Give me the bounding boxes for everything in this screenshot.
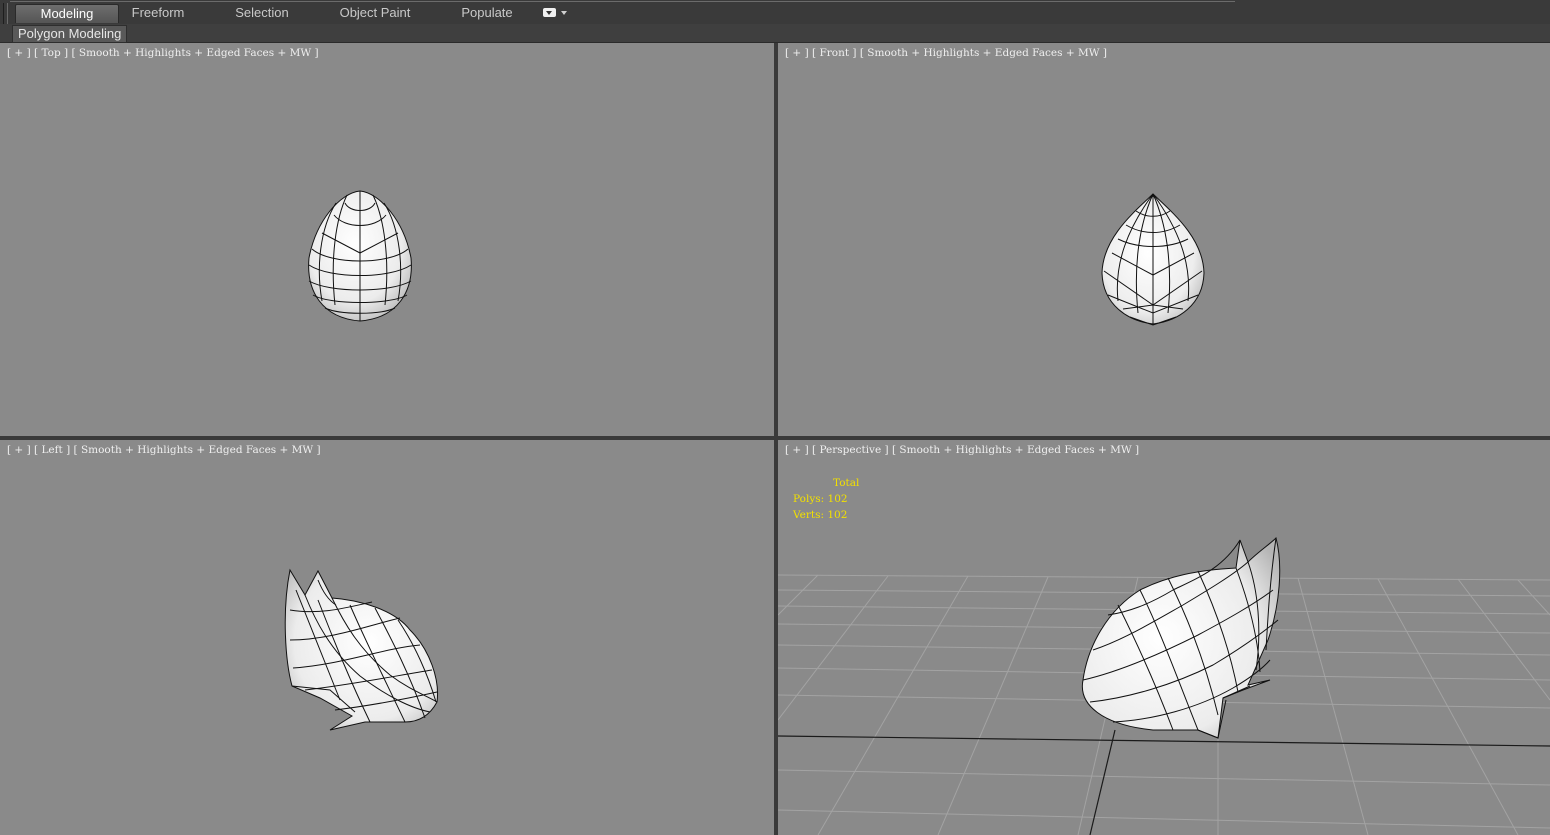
chevron-down-icon — [561, 11, 567, 15]
ribbon-tab-bar: Modeling Freeform Selection Object Paint… — [0, 0, 1550, 39]
polygon-modeling-button[interactable]: Polygon Modeling — [12, 25, 128, 43]
viewport-left-canvas — [0, 440, 439, 731]
mesh-top-view[interactable] — [308, 190, 412, 322]
viewport-front-canvas — [1101, 193, 1205, 326]
viewport-top[interactable]: [ + ] [ Top ] [ Smooth + Highlights + Ed… — [0, 43, 774, 436]
viewport-perspective[interactable]: [ + ] [ Perspective ] [ Smooth + Highlig… — [778, 440, 1550, 835]
ribbon-minimize-icon — [543, 8, 556, 17]
mesh-perspective-view[interactable] — [1081, 537, 1281, 739]
viewport-perspective-canvas — [778, 537, 1550, 835]
viewport-splitter-horizontal[interactable] — [0, 436, 1550, 440]
tab-selection[interactable]: Selection — [230, 4, 294, 22]
viewport-top-canvas — [308, 190, 412, 322]
tab-freeform[interactable]: Freeform — [126, 4, 190, 22]
mesh-left-view[interactable] — [0, 440, 439, 731]
mesh-front-view[interactable] — [1101, 193, 1205, 326]
tab-object-paint[interactable]: Object Paint — [336, 4, 414, 22]
tab-populate[interactable]: Populate — [456, 4, 518, 22]
ribbon-panel: Polygon Modeling — [0, 24, 1550, 43]
ribbon-options-dropdown[interactable] — [543, 6, 569, 20]
viewport-front[interactable]: [ + ] [ Front ] [ Smooth + Highlights + … — [778, 43, 1550, 436]
max-application: Modeling Freeform Selection Object Paint… — [0, 0, 1550, 835]
viewport-left[interactable]: [ + ] [ Left ] [ Smooth + Highlights + E… — [0, 440, 774, 835]
ribbon-top-line — [10, 1, 1235, 2]
tab-modeling[interactable]: Modeling — [15, 4, 119, 23]
